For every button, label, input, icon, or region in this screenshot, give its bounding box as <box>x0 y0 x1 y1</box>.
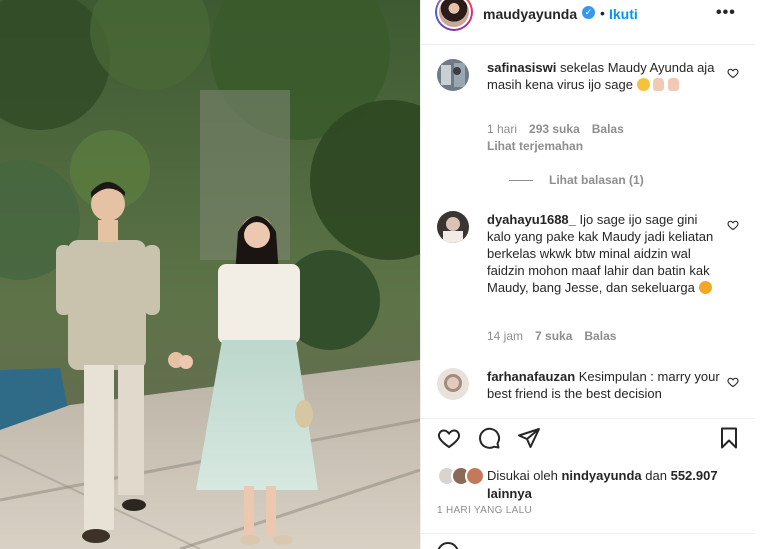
like-comment-heart-icon[interactable] <box>727 219 739 231</box>
comment-time[interactable]: 1 hari <box>487 122 517 136</box>
header-separator: • <box>600 5 605 21</box>
comment-body: safinasiswi sekelas Maudy Ayunda aja mas… <box>487 59 722 93</box>
comment-meta: 1 hari 293 suka Balas <box>487 122 624 136</box>
likes-middle: dan <box>645 468 667 483</box>
reply-button[interactable]: Balas <box>592 122 624 136</box>
post-header: maudyayunda ✓ • Ikuti ••• <box>421 0 756 31</box>
comment-meta: 14 jam 7 suka Balas <box>487 329 616 343</box>
share-paper-plane-icon[interactable] <box>517 426 541 450</box>
actions-divider <box>421 418 756 419</box>
composer-divider <box>421 533 756 534</box>
crying-face-emoji <box>636 78 650 91</box>
thumbs-up-emoji <box>653 78 665 91</box>
like-comment-heart-icon[interactable] <box>727 376 739 388</box>
comment-body: dyahayu1688_ Ijo sage ijo sage gini kalo… <box>487 211 722 296</box>
commenter-username[interactable]: safinasiswi <box>487 60 556 75</box>
likes-text[interactable]: Disukai oleh nindyayunda dan 552.907 lai… <box>487 467 747 503</box>
couple-photo-illustration <box>0 0 420 549</box>
verified-badge-icon: ✓ <box>582 6 595 19</box>
follow-button[interactable]: Ikuti <box>609 6 638 22</box>
comment-item: dyahayu1688_ Ijo sage ijo sage gini kalo… <box>437 211 742 351</box>
posted-timestamp[interactable]: 1 HARI YANG LALU <box>437 505 532 516</box>
save-bookmark-icon[interactable] <box>717 426 741 450</box>
liker-avatar <box>465 466 485 486</box>
likes-suffix[interactable]: lainnya <box>487 486 532 501</box>
emoji-picker-icon[interactable] <box>437 542 459 549</box>
commenter-avatar[interactable] <box>437 368 469 400</box>
commenter-username[interactable]: dyahayu1688_ <box>487 212 576 227</box>
smiling-face-emoji <box>698 281 712 294</box>
replies-line <box>509 179 533 181</box>
comment-likes[interactable]: 7 suka <box>535 329 572 343</box>
comment-likes[interactable]: 293 suka <box>529 122 580 136</box>
comment-item: safinasiswi sekelas Maudy Ayunda aja mas… <box>437 59 742 194</box>
comment-bubble-icon[interactable] <box>477 426 501 450</box>
comment-time[interactable]: 14 jam <box>487 329 523 343</box>
author-username[interactable]: maudyayunda <box>483 6 577 22</box>
thumbs-up-emoji <box>667 78 679 91</box>
commenter-avatar[interactable] <box>437 59 469 91</box>
comment-item: farhanafauzan Kesimpulan : marry your be… <box>437 368 742 416</box>
like-heart-icon[interactable] <box>437 426 461 450</box>
commenter-avatar[interactable] <box>437 211 469 243</box>
liker-avatars[interactable] <box>437 466 489 488</box>
comment-body: farhanafauzan Kesimpulan : marry your be… <box>487 368 722 402</box>
view-replies-button[interactable]: Lihat balasan (1) <box>509 173 644 187</box>
post-actions <box>421 424 756 454</box>
liker-username[interactable]: nindyayunda <box>561 468 641 483</box>
header-divider <box>421 44 756 45</box>
author-avatar[interactable] <box>435 0 473 31</box>
likes-count[interactable]: 552.907 <box>671 468 718 483</box>
more-options-button[interactable]: ••• <box>716 4 736 22</box>
post-side-panel: maudyayunda ✓ • Ikuti ••• safinasiswi se… <box>420 0 756 549</box>
commenter-username[interactable]: farhanafauzan <box>487 369 575 384</box>
post-photo[interactable] <box>0 0 420 549</box>
page-scroll-gutter <box>755 0 773 549</box>
likes-prefix: Disukai oleh <box>487 468 558 483</box>
reply-button[interactable]: Balas <box>584 329 616 343</box>
like-comment-heart-icon[interactable] <box>727 67 739 79</box>
see-translation-link[interactable]: Lihat terjemahan <box>487 139 583 153</box>
view-replies-label: Lihat balasan (1) <box>549 173 644 187</box>
